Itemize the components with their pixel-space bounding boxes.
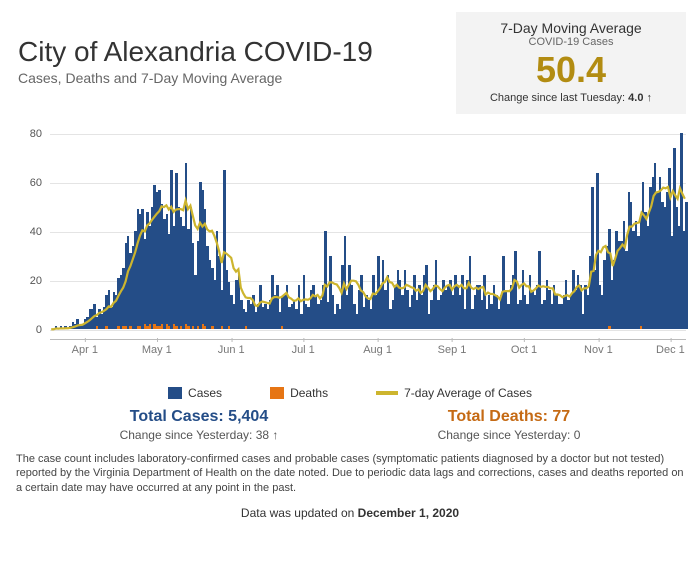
y-tick-label: 40 bbox=[30, 226, 42, 238]
page-title: City of Alexandria COVID-19 bbox=[18, 36, 373, 68]
x-tick-label: Jun 1 bbox=[218, 344, 245, 356]
square-icon bbox=[168, 387, 182, 399]
x-axis: Apr 1 May 1 Jun 1 Jul 1 Aug 1 Sep 1 Oct 1 Nov 1… bbox=[50, 344, 686, 374]
x-tick-label: May 1 bbox=[142, 344, 172, 356]
y-tick-label: 0 bbox=[36, 324, 42, 336]
page-subtitle: Cases, Deaths and 7-Day Moving Average bbox=[18, 70, 373, 86]
square-icon bbox=[270, 387, 284, 399]
avg-value: 50.4 bbox=[470, 50, 672, 90]
updated-line: Data was updated on December 1, 2020 bbox=[0, 506, 700, 520]
x-tick-label: Jul 1 bbox=[292, 344, 315, 356]
line-icon bbox=[376, 391, 398, 395]
avg-change: Change since last Tuesday: 4.0 bbox=[470, 92, 672, 104]
moving-average-panel: 7-Day Moving Average COVID-19 Cases 50.4… bbox=[456, 12, 686, 114]
legend-cases: Cases bbox=[168, 386, 222, 400]
total-cases: Total Cases: 5,404 Change since Yesterda… bbox=[120, 408, 279, 442]
footnote: The case count includes laboratory-confi… bbox=[16, 452, 684, 497]
legend-avg: 7-day Average of Cases bbox=[376, 386, 532, 400]
y-axis: 0 20 40 60 80 bbox=[14, 130, 46, 340]
total-deaths: Total Deaths: 77 Change since Yesterday:… bbox=[438, 408, 581, 442]
legend-deaths: Deaths bbox=[270, 386, 328, 400]
chart: 0 20 40 60 80 Apr 1 May 1 Jun 1 Jul 1 Aug 1 Sep 1… bbox=[14, 130, 686, 380]
plot-area bbox=[50, 130, 686, 340]
x-tick-label: Dec 1 bbox=[656, 344, 685, 356]
avg-subtitle: COVID-19 Cases bbox=[470, 36, 672, 48]
avg-title: 7-Day Moving Average bbox=[470, 20, 672, 36]
y-tick-label: 60 bbox=[30, 177, 42, 189]
x-tick-label: Sep 1 bbox=[438, 344, 467, 356]
y-tick-label: 80 bbox=[30, 128, 42, 140]
x-tick-label: Apr 1 bbox=[72, 344, 98, 356]
x-tick-label: Nov 1 bbox=[584, 344, 613, 356]
x-tick-label: Oct 1 bbox=[511, 344, 537, 356]
x-tick-label: Aug 1 bbox=[363, 344, 392, 356]
y-tick-label: 20 bbox=[30, 275, 42, 287]
legend: Cases Deaths 7-day Average of Cases bbox=[0, 386, 700, 400]
moving-average-line bbox=[51, 187, 685, 329]
